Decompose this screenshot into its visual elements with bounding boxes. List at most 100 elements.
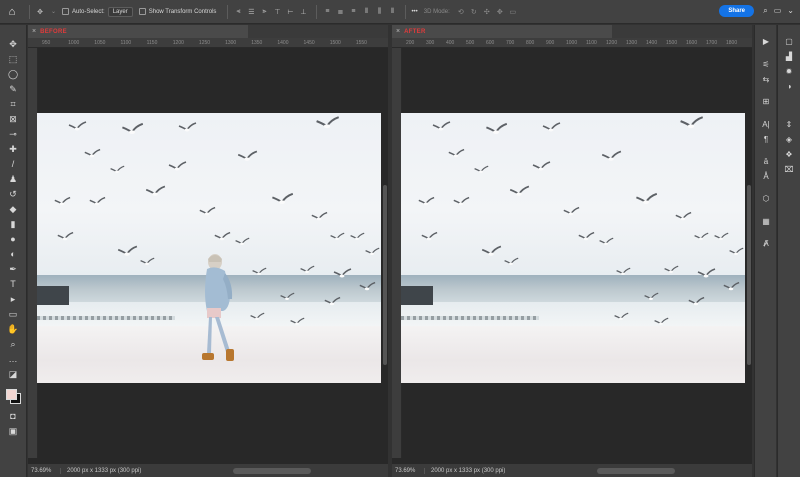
distribute-bottom-icon[interactable]: ≡ — [348, 7, 358, 17]
eyedropper-tool-icon[interactable]: ⊸ — [6, 128, 20, 140]
distribute-top-icon[interactable]: ≡ — [322, 7, 332, 17]
zoom-tool-icon[interactable]: ⌕ — [6, 338, 20, 350]
history-brush-icon[interactable]: ↺ — [6, 188, 20, 200]
show-transform-option[interactable]: Show Transform Controls — [138, 8, 216, 15]
paragraph-styles-icon[interactable]: Ⱥ — [759, 237, 773, 249]
seagull-body — [423, 202, 429, 206]
character-icon[interactable]: A| — [759, 118, 773, 130]
crop-tool-icon[interactable]: ⌗ — [6, 98, 20, 110]
character-styles-icon[interactable]: Å — [759, 170, 773, 182]
adjustments-circle-icon[interactable]: ◑ — [782, 80, 796, 92]
orbit-3d-icon[interactable]: ⟲ — [456, 7, 466, 17]
distribute-middle-icon[interactable]: ≣ — [335, 7, 345, 17]
move-tool-preset[interactable]: ✥ ⌄ — [35, 7, 56, 17]
histogram-icon[interactable]: ▟ — [782, 50, 796, 62]
type-tool-icon[interactable]: T — [6, 278, 20, 290]
ruler-tick-label: 400 — [446, 40, 455, 46]
document-tab-bar: × AFTER — [392, 25, 752, 38]
seagull-body — [355, 237, 359, 240]
blur-tool-icon[interactable]: ● — [6, 233, 20, 245]
path-select-icon[interactable]: ▸ — [6, 293, 20, 305]
document-dimensions[interactable]: 2000 px x 1333 px (300 ppi) — [424, 467, 505, 474]
video-3d-icon[interactable]: ▭ — [508, 7, 518, 17]
auto-select-dropdown[interactable]: Layer — [107, 6, 133, 17]
color-icon[interactable]: ▢ — [782, 35, 796, 47]
quick-select-tool-icon[interactable]: ✎ — [6, 83, 20, 95]
document-pane-after: × AFTER 200 300 400 500 600 700 800 900 1000 1100… — [392, 25, 752, 477]
hand-tool-icon[interactable]: ✋ — [6, 323, 20, 335]
transform-icon[interactable]: ⌧ — [782, 163, 796, 175]
align-left-icon[interactable]: ⫷ — [233, 7, 243, 17]
home-icon[interactable]: ⌂ — [0, 0, 24, 24]
align-middle-icon[interactable]: ⊢ — [285, 7, 295, 17]
roll-3d-icon[interactable]: ↻ — [469, 7, 479, 17]
distribute-center-icon[interactable]: ⫼ — [374, 7, 384, 17]
chevron-down-icon[interactable]: ⌄ — [787, 6, 794, 16]
quick-mask-icon[interactable]: ◘ — [6, 410, 20, 422]
paths-icon[interactable]: ❖ — [782, 148, 796, 160]
document-dimensions[interactable]: 2000 px x 1333 px (300 ppi) — [60, 467, 141, 474]
libraries-icon[interactable]: ⊞ — [759, 95, 773, 107]
zoom-level[interactable]: 73.69% — [392, 468, 424, 474]
brush-tool-icon[interactable]: / — [6, 158, 20, 170]
document-pane-before: × BEFORE 950 1000 1050 1100 1150 1200 1250 1300… — [28, 25, 388, 477]
screen-mode-icon[interactable]: ▣ — [6, 425, 20, 437]
horizontal-scrollbar[interactable] — [233, 468, 311, 474]
foreground-color-swatch[interactable] — [6, 389, 17, 400]
align-top-icon[interactable]: ⊤ — [272, 7, 282, 17]
vertical-scrollbar[interactable] — [747, 185, 751, 365]
seagull-body — [728, 287, 734, 291]
image-canvas-after[interactable] — [401, 113, 745, 383]
vertical-scrollbar[interactable] — [383, 185, 387, 365]
play-icon[interactable]: ▶ — [759, 35, 773, 47]
align-center-icon[interactable]: ☰ — [246, 7, 256, 17]
3d-icon[interactable]: ⬡ — [759, 192, 773, 204]
align-bottom-icon[interactable]: ⊥ — [298, 7, 308, 17]
close-icon[interactable]: × — [396, 28, 400, 35]
clone-stamp-icon[interactable]: ♟ — [6, 173, 20, 185]
more-options-button[interactable]: ••• — [411, 9, 417, 15]
document-tab[interactable]: × BEFORE — [28, 25, 248, 38]
align-right-icon[interactable]: ⫸ — [259, 7, 269, 17]
horizontal-scrollbar[interactable] — [597, 468, 675, 474]
gradient-tool-icon[interactable]: ▮ — [6, 218, 20, 230]
properties-icon[interactable]: ⚟ — [759, 58, 773, 70]
document-tab[interactable]: × AFTER — [392, 25, 612, 38]
move-tool-icon[interactable]: ✥ — [6, 38, 20, 50]
channels-icon[interactable]: ⇕ — [782, 118, 796, 130]
dodge-tool-icon[interactable]: ◐ — [6, 248, 20, 260]
zoom-level[interactable]: 73.69% — [28, 468, 60, 474]
auto-select-checkbox[interactable] — [62, 8, 70, 15]
distribute-right-icon[interactable]: ⦀ — [387, 7, 397, 17]
auto-select-option[interactable]: Auto-Select: Layer — [62, 6, 133, 17]
ruler-tick-label: 300 — [426, 40, 435, 46]
drag-3d-icon[interactable]: ✣ — [482, 7, 492, 17]
frame-tool-icon[interactable]: ⊠ — [6, 113, 20, 125]
table-icon[interactable]: ▦ — [759, 215, 773, 227]
seagull-body — [124, 252, 130, 256]
adjustments-icon[interactable]: ⇆ — [759, 73, 773, 85]
image-canvas-before[interactable] — [37, 113, 381, 383]
eraser-tool-icon[interactable]: ◆ — [6, 203, 20, 215]
divider — [227, 4, 229, 19]
lasso-tool-icon[interactable]: ◯ — [6, 68, 20, 80]
more-tools-icon[interactable]: … — [6, 353, 20, 365]
paragraph-icon[interactable]: ¶ — [759, 133, 773, 145]
seagull-body — [305, 270, 309, 273]
show-transform-checkbox[interactable] — [138, 8, 146, 15]
close-icon[interactable]: × — [32, 28, 36, 35]
glyphs-icon[interactable]: ā — [759, 155, 773, 167]
default-colors-icon[interactable]: ◪ — [6, 368, 20, 380]
share-button[interactable]: Share — [719, 5, 754, 17]
pen-tool-icon[interactable]: ✒ — [6, 263, 20, 275]
rectangle-tool-icon[interactable]: ▭ — [6, 308, 20, 320]
brightness-icon[interactable]: ✹ — [782, 65, 796, 77]
seagull-body — [479, 170, 483, 173]
workspace-icon[interactable]: ▭ — [774, 6, 782, 16]
marquee-tool-icon[interactable]: ⬚ — [6, 53, 20, 65]
healing-brush-icon[interactable]: ✚ — [6, 143, 20, 155]
slide-3d-icon[interactable]: ✥ — [495, 7, 505, 17]
layers-icon[interactable]: ◈ — [782, 133, 796, 145]
distribute-left-icon[interactable]: ⦀ — [361, 7, 371, 17]
search-icon[interactable]: ⌕ — [763, 6, 767, 16]
